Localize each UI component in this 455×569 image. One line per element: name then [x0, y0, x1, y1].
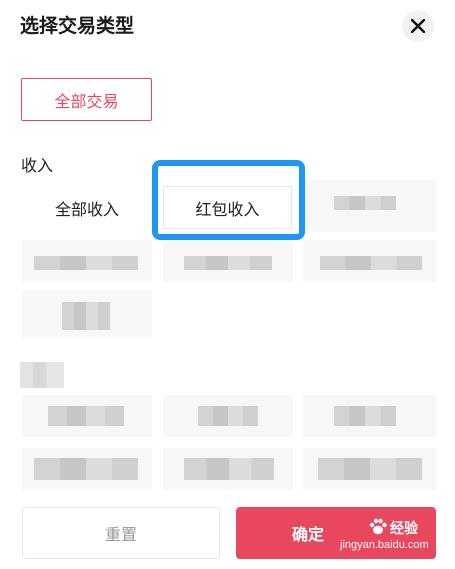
obscured-chip-text — [48, 406, 124, 426]
obscured-section-label — [20, 362, 64, 388]
obscured-chip-text — [320, 256, 422, 270]
obscured-chip-text — [318, 458, 422, 480]
obscured-chip-text — [34, 458, 138, 480]
obscured-chip-text — [198, 406, 258, 426]
panel-title: 选择交易类型 — [20, 15, 135, 37]
close-icon — [411, 19, 425, 33]
obscured-chip-text — [334, 406, 396, 426]
obscured-chip-text — [62, 302, 110, 330]
obscured-chip-text — [34, 256, 138, 270]
confirm-button[interactable]: 确定 — [236, 507, 436, 559]
close-button[interactable] — [402, 10, 434, 42]
all-transactions-button[interactable]: 全部交易 — [21, 78, 152, 121]
obscured-chip-text — [184, 458, 274, 480]
obscured-chip-text — [334, 196, 396, 210]
reset-button[interactable]: 重置 — [22, 507, 220, 559]
confirm-label: 确定 — [291, 525, 324, 544]
chip-all-income[interactable]: 全部收入 — [22, 186, 152, 229]
obscured-chip-text — [184, 256, 272, 270]
highlight-annotation — [152, 160, 305, 240]
income-section-label: 收入 — [21, 156, 54, 175]
